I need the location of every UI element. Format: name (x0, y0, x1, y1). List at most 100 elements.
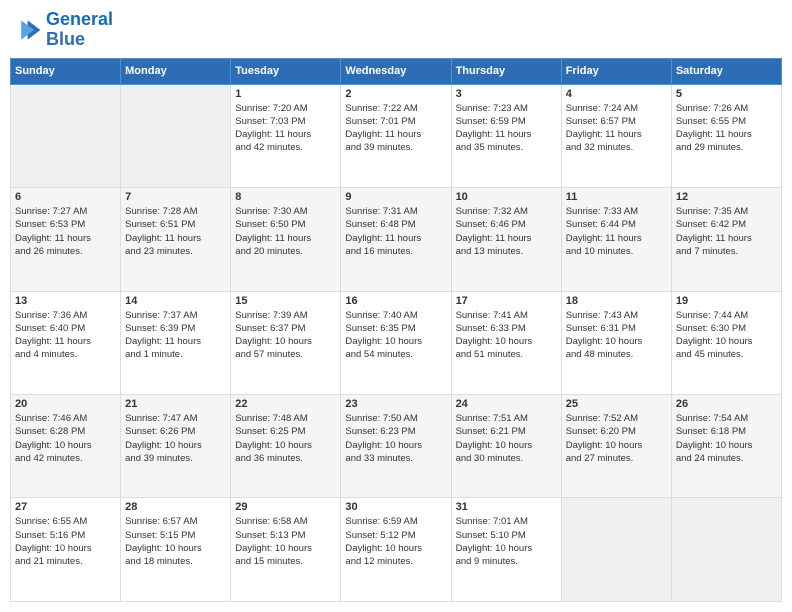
day-number: 6 (15, 191, 116, 203)
calendar-cell: 9 Sunrise: 7:31 AMSunset: 6:48 PMDaylight… (341, 188, 451, 291)
day-number: 27 (15, 501, 116, 513)
day-info: Sunrise: 7:51 AMSunset: 6:21 PMDaylight:… (456, 412, 557, 465)
calendar-cell: 18 Sunrise: 7:43 AMSunset: 6:31 PMDayligh… (561, 291, 671, 394)
day-info: Sunrise: 7:39 AMSunset: 6:37 PMDaylight:… (235, 309, 336, 362)
day-number: 9 (345, 191, 446, 203)
calendar-cell (671, 498, 781, 602)
day-number: 14 (125, 295, 226, 307)
header: General Blue (10, 10, 782, 50)
day-info: Sunrise: 7:33 AMSunset: 6:44 PMDaylight:… (566, 205, 667, 258)
logo-text: General Blue (46, 10, 113, 50)
calendar-cell: 22 Sunrise: 7:48 AMSunset: 6:25 PMDayligh… (231, 395, 341, 498)
header-row: SundayMondayTuesdayWednesdayThursdayFrid… (11, 58, 782, 84)
day-header-saturday: Saturday (671, 58, 781, 84)
day-info: Sunrise: 7:44 AMSunset: 6:30 PMDaylight:… (676, 309, 777, 362)
day-header-wednesday: Wednesday (341, 58, 451, 84)
day-number: 10 (456, 191, 557, 203)
day-number: 26 (676, 398, 777, 410)
calendar-cell: 2Sunrise: 7:22 AMSunset: 7:01 PMDaylight… (341, 84, 451, 187)
day-info: Sunrise: 7:46 AMSunset: 6:28 PMDaylight:… (15, 412, 116, 465)
week-row-4: 20 Sunrise: 7:46 AMSunset: 6:28 PMDayligh… (11, 395, 782, 498)
day-info: Sunrise: 7:01 AMSunset: 5:10 PMDaylight:… (456, 515, 557, 568)
day-info: Sunrise: 7:26 AMSunset: 6:55 PMDaylight:… (676, 102, 777, 155)
day-number: 18 (566, 295, 667, 307)
calendar-cell: 16 Sunrise: 7:40 AMSunset: 6:35 PMDayligh… (341, 291, 451, 394)
calendar-cell: 4 Sunrise: 7:24 AMSunset: 6:57 PMDaylight… (561, 84, 671, 187)
day-info: Sunrise: 7:54 AMSunset: 6:18 PMDaylight:… (676, 412, 777, 465)
week-row-5: 27Sunrise: 6:55 AMSunset: 5:16 PMDayligh… (11, 498, 782, 602)
week-row-1: 1 Sunrise: 7:20 AMSunset: 7:03 PMDaylight… (11, 84, 782, 187)
calendar-cell: 12Sunrise: 7:35 AMSunset: 6:42 PMDayligh… (671, 188, 781, 291)
day-number: 28 (125, 501, 226, 513)
day-info: Sunrise: 7:43 AMSunset: 6:31 PMDaylight:… (566, 309, 667, 362)
calendar-cell: 5 Sunrise: 7:26 AMSunset: 6:55 PMDaylight… (671, 84, 781, 187)
day-number: 7 (125, 191, 226, 203)
calendar-cell: 10 Sunrise: 7:32 AMSunset: 6:46 PMDayligh… (451, 188, 561, 291)
day-number: 30 (345, 501, 446, 513)
calendar-cell: 25 Sunrise: 7:52 AMSunset: 6:20 PMDayligh… (561, 395, 671, 498)
calendar-cell: 13 Sunrise: 7:36 AMSunset: 6:40 PMDayligh… (11, 291, 121, 394)
day-header-thursday: Thursday (451, 58, 561, 84)
calendar-cell: 26 Sunrise: 7:54 AMSunset: 6:18 PMDayligh… (671, 395, 781, 498)
calendar-cell: 15 Sunrise: 7:39 AMSunset: 6:37 PMDayligh… (231, 291, 341, 394)
day-info: Sunrise: 7:28 AMSunset: 6:51 PMDaylight:… (125, 205, 226, 258)
calendar-cell: 21 Sunrise: 7:47 AMSunset: 6:26 PMDayligh… (121, 395, 231, 498)
calendar-cell: 29 Sunrise: 6:58 AMSunset: 5:13 PMDayligh… (231, 498, 341, 602)
page: General Blue SundayMondayTuesdayWednesda… (0, 0, 792, 612)
day-info: Sunrise: 7:32 AMSunset: 6:46 PMDaylight:… (456, 205, 557, 258)
day-info: Sunrise: 7:48 AMSunset: 6:25 PMDaylight:… (235, 412, 336, 465)
day-number: 17 (456, 295, 557, 307)
day-info: Sunrise: 7:22 AMSunset: 7:01 PMDaylight:… (345, 102, 446, 155)
day-info: Sunrise: 7:52 AMSunset: 6:20 PMDaylight:… (566, 412, 667, 465)
day-info: Sunrise: 7:40 AMSunset: 6:35 PMDaylight:… (345, 309, 446, 362)
week-row-3: 13 Sunrise: 7:36 AMSunset: 6:40 PMDayligh… (11, 291, 782, 394)
day-info: Sunrise: 7:20 AMSunset: 7:03 PMDaylight:… (235, 102, 336, 155)
day-info: Sunrise: 7:41 AMSunset: 6:33 PMDaylight:… (456, 309, 557, 362)
day-info: Sunrise: 6:57 AMSunset: 5:15 PMDaylight:… (125, 515, 226, 568)
calendar-cell: 24 Sunrise: 7:51 AMSunset: 6:21 PMDayligh… (451, 395, 561, 498)
day-number: 5 (676, 88, 777, 100)
day-info: Sunrise: 7:30 AMSunset: 6:50 PMDaylight:… (235, 205, 336, 258)
calendar-cell: 1 Sunrise: 7:20 AMSunset: 7:03 PMDaylight… (231, 84, 341, 187)
day-info: Sunrise: 7:50 AMSunset: 6:23 PMDaylight:… (345, 412, 446, 465)
day-number: 21 (125, 398, 226, 410)
day-info: Sunrise: 7:23 AMSunset: 6:59 PMDaylight:… (456, 102, 557, 155)
day-number: 4 (566, 88, 667, 100)
day-info: Sunrise: 7:37 AMSunset: 6:39 PMDaylight:… (125, 309, 226, 362)
week-row-2: 6 Sunrise: 7:27 AMSunset: 6:53 PMDaylight… (11, 188, 782, 291)
day-number: 25 (566, 398, 667, 410)
day-info: Sunrise: 7:36 AMSunset: 6:40 PMDaylight:… (15, 309, 116, 362)
day-info: Sunrise: 7:35 AMSunset: 6:42 PMDaylight:… (676, 205, 777, 258)
day-info: Sunrise: 7:47 AMSunset: 6:26 PMDaylight:… (125, 412, 226, 465)
day-info: Sunrise: 7:27 AMSunset: 6:53 PMDaylight:… (15, 205, 116, 258)
day-number: 8 (235, 191, 336, 203)
day-number: 11 (566, 191, 667, 203)
day-number: 29 (235, 501, 336, 513)
day-header-sunday: Sunday (11, 58, 121, 84)
day-number: 3 (456, 88, 557, 100)
calendar-cell: 11 Sunrise: 7:33 AMSunset: 6:44 PMDayligh… (561, 188, 671, 291)
day-number: 20 (15, 398, 116, 410)
calendar-cell (11, 84, 121, 187)
day-number: 23 (345, 398, 446, 410)
calendar-cell: 19Sunrise: 7:44 AMSunset: 6:30 PMDayligh… (671, 291, 781, 394)
day-info: Sunrise: 7:24 AMSunset: 6:57 PMDaylight:… (566, 102, 667, 155)
day-header-monday: Monday (121, 58, 231, 84)
day-number: 1 (235, 88, 336, 100)
day-header-friday: Friday (561, 58, 671, 84)
logo-icon (10, 14, 42, 46)
day-number: 15 (235, 295, 336, 307)
calendar-table: SundayMondayTuesdayWednesdayThursdayFrid… (10, 58, 782, 602)
day-number: 16 (345, 295, 446, 307)
calendar-cell: 17 Sunrise: 7:41 AMSunset: 6:33 PMDayligh… (451, 291, 561, 394)
calendar-cell: 7 Sunrise: 7:28 AMSunset: 6:51 PMDaylight… (121, 188, 231, 291)
calendar-cell: 20 Sunrise: 7:46 AMSunset: 6:28 PMDayligh… (11, 395, 121, 498)
day-number: 13 (15, 295, 116, 307)
day-info: Sunrise: 7:31 AMSunset: 6:48 PMDaylight:… (345, 205, 446, 258)
day-number: 22 (235, 398, 336, 410)
calendar-cell: 3 Sunrise: 7:23 AMSunset: 6:59 PMDaylight… (451, 84, 561, 187)
day-info: Sunrise: 6:58 AMSunset: 5:13 PMDaylight:… (235, 515, 336, 568)
calendar-cell: 6 Sunrise: 7:27 AMSunset: 6:53 PMDaylight… (11, 188, 121, 291)
day-number: 24 (456, 398, 557, 410)
day-info: Sunrise: 6:59 AMSunset: 5:12 PMDaylight:… (345, 515, 446, 568)
